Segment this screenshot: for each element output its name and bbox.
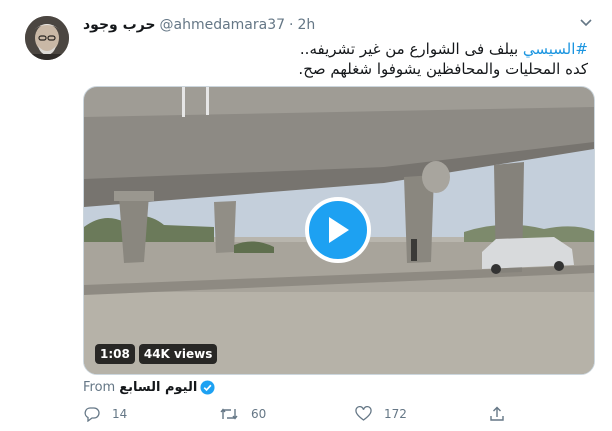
tweet-text-line-1: #السيسي بيلف فى الشوارع من غير تشريفه.. <box>88 39 588 59</box>
video-player[interactable]: 1:08 44K views <box>83 86 595 375</box>
play-icon <box>329 217 349 243</box>
avatar[interactable] <box>25 16 69 60</box>
reply-icon <box>84 407 100 422</box>
video-badges: 1:08 44K views <box>95 344 218 364</box>
tweet-card[interactable]: حرب وجود @ahmedamara37 · 2h #السيسي بيلف… <box>0 0 612 431</box>
tweet-timestamp[interactable]: 2h <box>298 17 316 33</box>
like-count: 172 <box>384 407 407 421</box>
verified-badge-icon <box>200 380 215 395</box>
tweet-text-line-2: كده المحليات والمحافظين يشوفوا شغلهم صح. <box>298 60 588 78</box>
separator-dot: · <box>289 17 294 33</box>
share-button[interactable] <box>489 406 505 422</box>
hashtag-link[interactable]: #السيسي <box>523 40 588 58</box>
video-views: 44K views <box>138 344 218 364</box>
video-duration: 1:08 <box>95 344 135 364</box>
from-label: From <box>83 380 116 395</box>
retweet-button[interactable]: 60 <box>219 406 266 422</box>
share-icon <box>490 406 504 421</box>
tweet-text-line-1-rest: بيلف فى الشوارع من غير تشريفه.. <box>299 40 523 58</box>
retweet-icon <box>220 408 238 420</box>
tweet-actions: 14 60 172 <box>83 406 513 426</box>
source-account-link[interactable]: اليوم السابع <box>119 380 197 395</box>
reply-count: 14 <box>112 407 128 421</box>
like-button[interactable]: 172 <box>355 406 407 422</box>
media-source: From اليوم السابع <box>83 380 215 395</box>
play-button[interactable] <box>305 197 371 263</box>
display-name[interactable]: حرب وجود <box>83 17 156 33</box>
user-handle[interactable]: @ahmedamara37 <box>160 17 286 33</box>
tweet-header: حرب وجود @ahmedamara37 · 2h <box>83 17 315 33</box>
tweet-text: #السيسي بيلف فى الشوارع من غير تشريفه.. … <box>88 39 588 79</box>
chevron-down-icon[interactable] <box>578 14 594 30</box>
reply-button[interactable]: 14 <box>84 406 127 422</box>
heart-icon <box>355 406 372 421</box>
retweet-count: 60 <box>251 407 267 421</box>
